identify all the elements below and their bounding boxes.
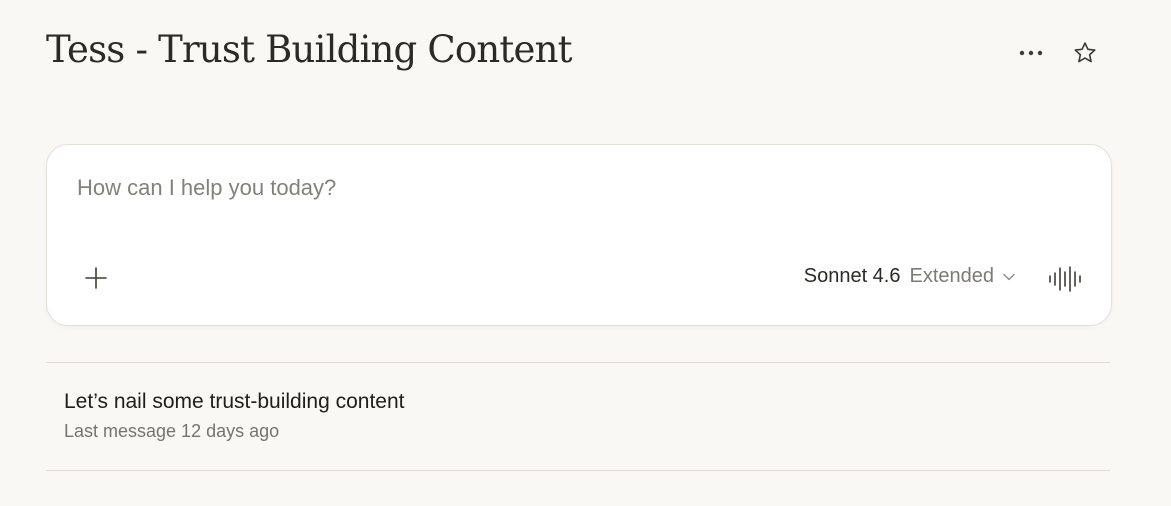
plus-icon	[85, 267, 107, 289]
star-button[interactable]	[1066, 34, 1104, 72]
conversation-title: Let’s nail some trust-building content	[64, 390, 405, 413]
list-divider-bottom	[46, 470, 1110, 471]
message-composer: Sonnet 4.6 Extended	[46, 144, 1112, 326]
header-actions	[1012, 34, 1104, 72]
model-selector[interactable]: Sonnet 4.6 Extended	[804, 265, 1015, 288]
ellipsis-icon	[1019, 50, 1043, 56]
chevron-down-icon	[1003, 273, 1015, 281]
model-mode: Extended	[909, 265, 994, 287]
conversation-timestamp: Last message 12 days ago	[64, 421, 280, 441]
star-icon	[1074, 42, 1096, 63]
conversation-item[interactable]: Let’s nail some trust-building content L…	[46, 363, 1110, 470]
page-title: Tess - Trust Building Content	[46, 28, 572, 71]
audio-waveform-icon	[1049, 266, 1081, 292]
model-name: Sonnet 4.6	[803, 265, 901, 287]
add-attachment-button[interactable]	[80, 262, 112, 294]
more-options-button[interactable]	[1012, 34, 1050, 72]
voice-mode-button[interactable]	[1047, 264, 1083, 294]
prompt-input[interactable]	[77, 175, 977, 201]
